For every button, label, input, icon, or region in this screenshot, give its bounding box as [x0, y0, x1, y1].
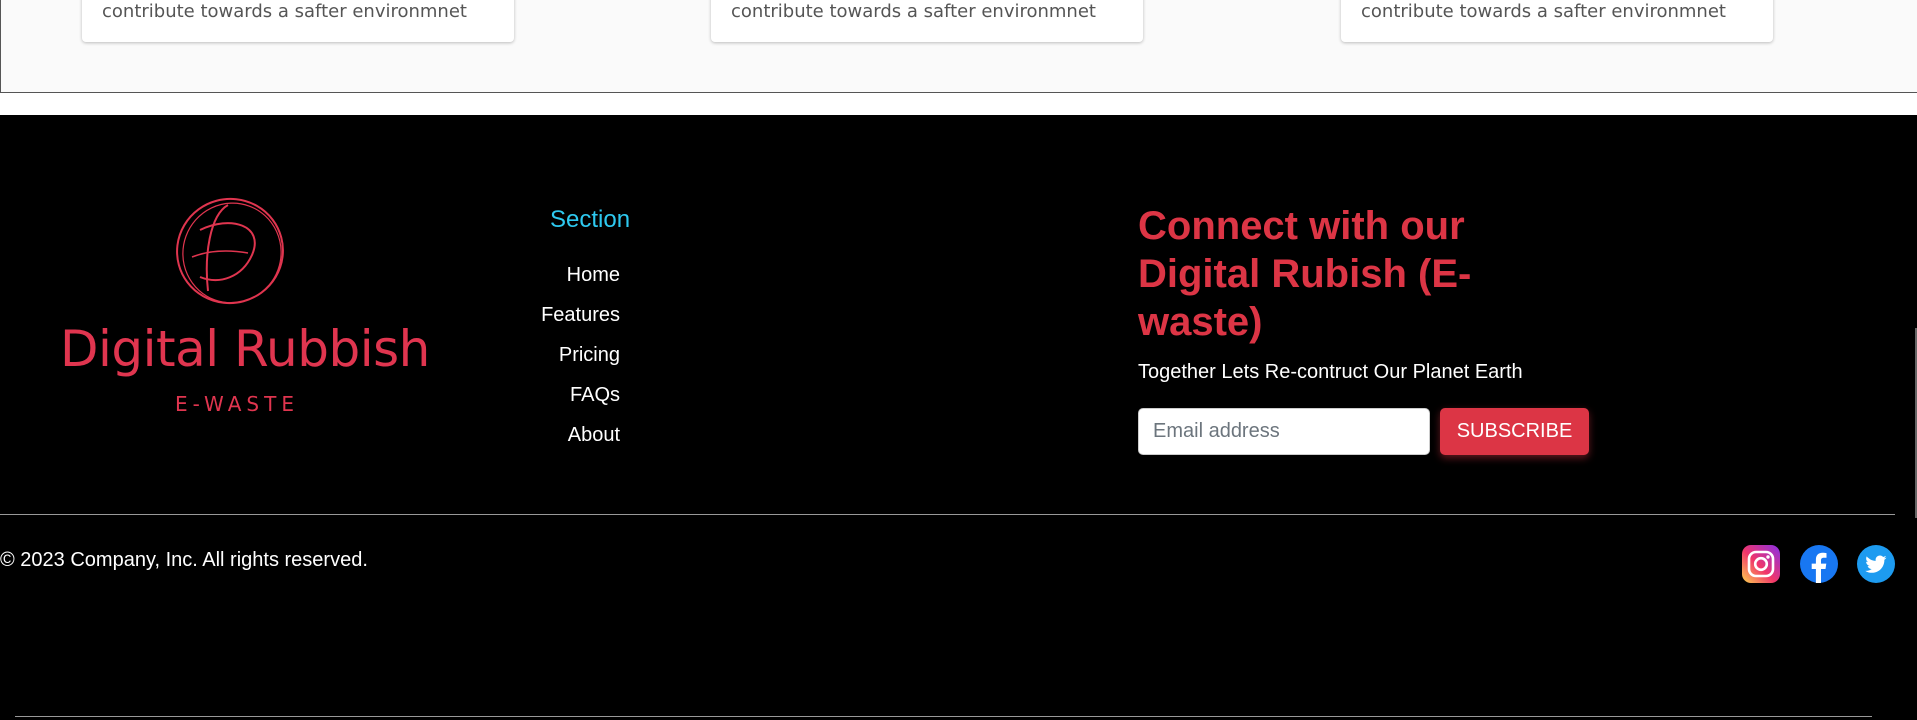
footer-nav-item: FAQs	[500, 384, 620, 424]
footer-nav-item: Home	[500, 264, 620, 304]
feature-card: contribute towards a safter environmnet	[82, 0, 514, 42]
twitter-icon[interactable]	[1857, 545, 1895, 583]
feature-card: contribute towards a safter environmnet	[1341, 0, 1773, 42]
footer-link-faqs[interactable]: FAQs	[570, 384, 620, 406]
logo-tagline: E-WASTE	[175, 392, 299, 416]
footer-nav-item: Features	[500, 304, 620, 344]
bottom-divider	[15, 716, 1872, 717]
instagram-icon[interactable]	[1742, 545, 1780, 583]
footer-nav-item: Pricing	[500, 344, 620, 384]
subscribe-button[interactable]: SUBSCRIBE	[1440, 408, 1589, 455]
connect-subtitle: Together Lets Re-contruct Our Planet Ear…	[1138, 361, 1523, 383]
section-gap	[0, 93, 1917, 115]
footer-nav: Home Features Pricing FAQs About	[500, 264, 620, 464]
features-section: contribute towards a safter environmnet …	[0, 0, 1917, 93]
footer-nav-item: About	[500, 424, 620, 464]
footer: Digital Rubbish E-WASTE Section Home Fea…	[0, 115, 1917, 720]
feature-card-text: contribute towards a safter environmnet	[731, 1, 1096, 22]
connect-heading: Connect with our Digital Rubish (E-waste…	[1138, 204, 1472, 344]
feature-card: contribute towards a safter environmnet	[711, 0, 1143, 42]
feature-card-text: contribute towards a safter environmnet	[1361, 1, 1726, 22]
brand-logo[interactable]: Digital Rubbish E-WASTE	[50, 195, 430, 435]
footer-link-pricing[interactable]: Pricing	[559, 344, 620, 366]
facebook-icon[interactable]	[1800, 545, 1838, 583]
footer-divider	[0, 514, 1895, 515]
logo-name: Digital Rubbish	[60, 320, 430, 378]
copyright-text: © 2023 Company, Inc. All rights reserved…	[0, 549, 368, 571]
email-input[interactable]	[1138, 408, 1430, 455]
logo-monogram-icon	[176, 197, 284, 305]
section-title: Section	[550, 206, 631, 233]
feature-card-text: contribute towards a safter environmnet	[102, 1, 467, 22]
footer-link-features[interactable]: Features	[541, 304, 620, 326]
footer-link-about[interactable]: About	[568, 424, 620, 446]
footer-link-home[interactable]: Home	[567, 264, 620, 286]
